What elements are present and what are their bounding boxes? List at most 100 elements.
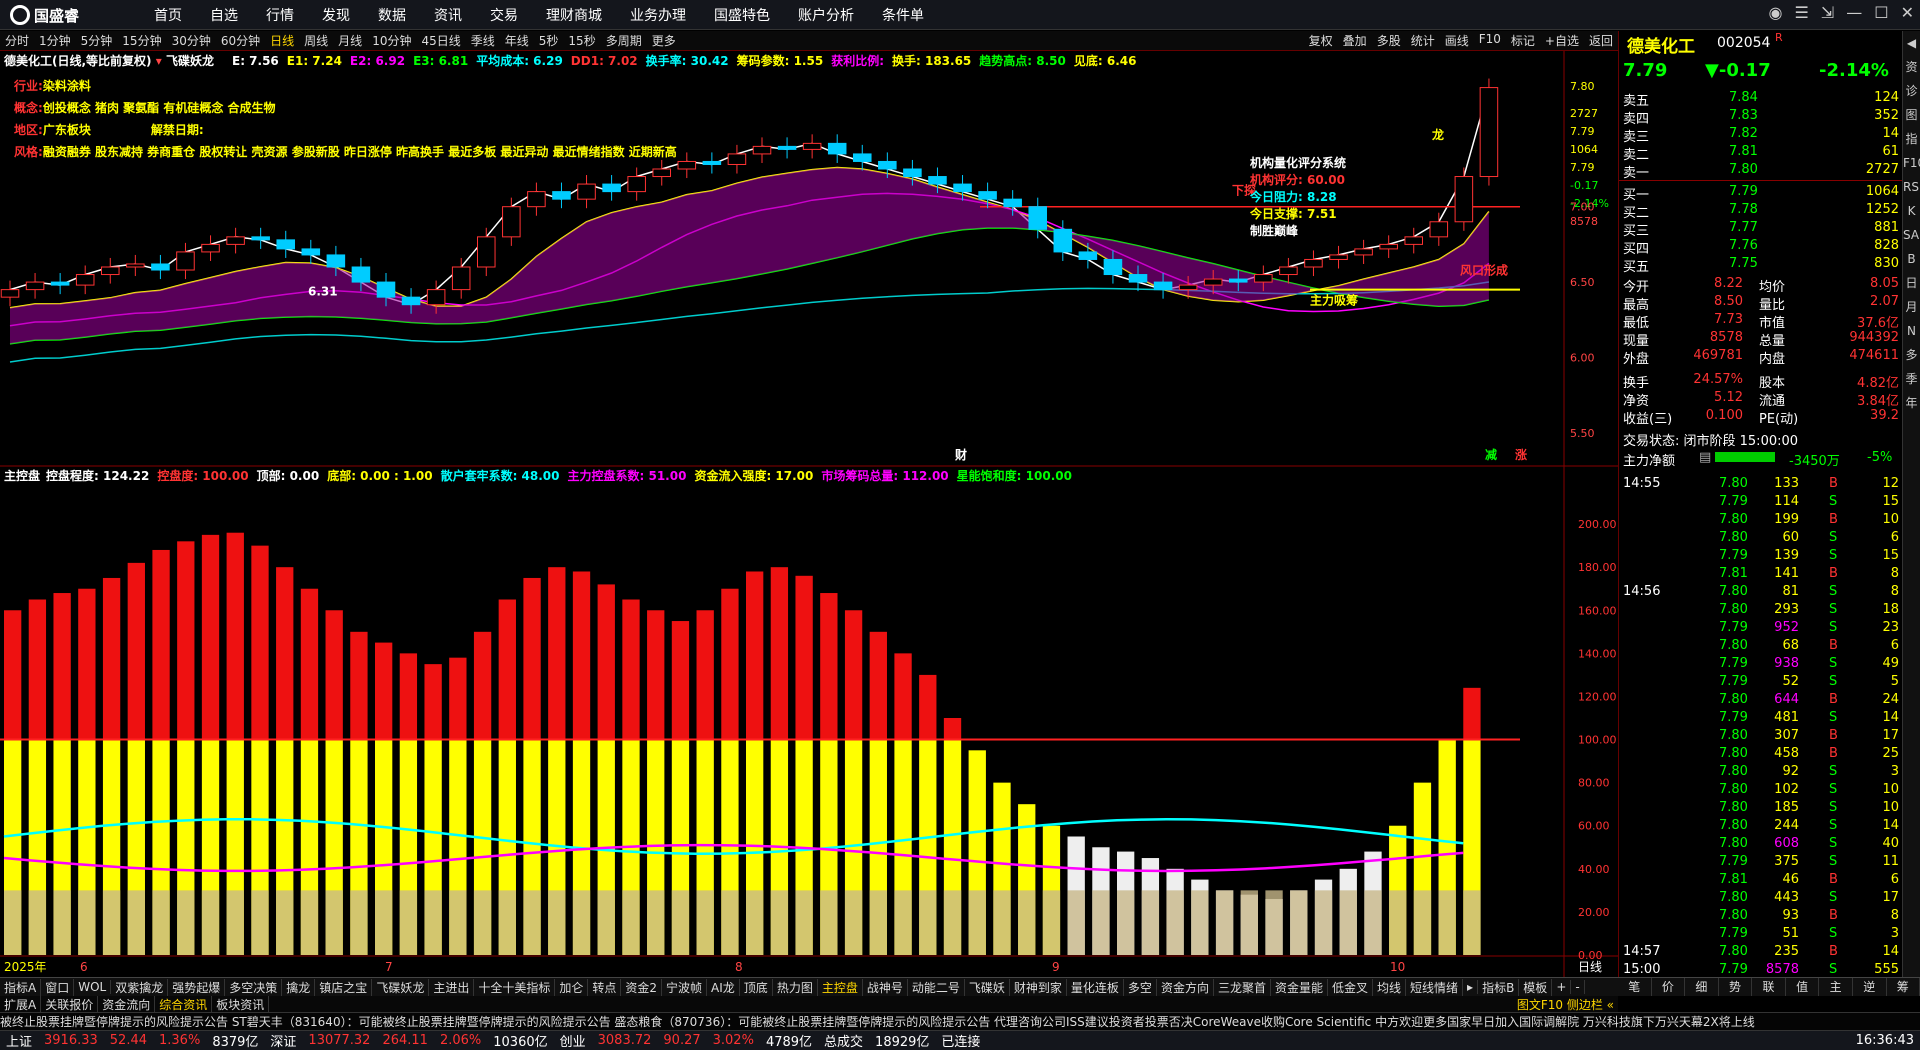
tab-23[interactable]: 量化连板 bbox=[1067, 978, 1124, 996]
book-row[interactable]: 买五 7.75 830 bbox=[1619, 255, 1903, 275]
strip-item-10[interactable]: 日 bbox=[1903, 271, 1920, 295]
period-11[interactable]: 季线 bbox=[466, 32, 500, 49]
quote-tab-1[interactable]: 价 bbox=[1652, 978, 1686, 996]
kline-svg[interactable]: 8.507.8027277.7910647.79-0.17-2.14%85787… bbox=[0, 51, 1618, 977]
strip-item-0[interactable]: ◀ bbox=[1903, 31, 1920, 55]
book-row[interactable]: 卖一 7.80 2727 bbox=[1619, 161, 1903, 181]
toolbar-btn-3[interactable]: 统计 bbox=[1406, 32, 1440, 49]
strip-item-15[interactable]: 年 bbox=[1903, 391, 1920, 415]
chart-area[interactable]: 8.507.8027277.7910647.79-0.17-2.14%85787… bbox=[0, 51, 1618, 977]
tab-7[interactable]: 镇店之宝 bbox=[315, 978, 373, 996]
tab-16[interactable]: 顶底 bbox=[740, 978, 773, 996]
book-row[interactable]: 买二 7.78 1252 bbox=[1619, 201, 1903, 221]
tab-26[interactable]: 三龙聚首 bbox=[1214, 978, 1271, 996]
strip-item-2[interactable]: 诊 bbox=[1903, 79, 1920, 103]
tab-0[interactable]: 指标A bbox=[0, 978, 42, 996]
strip-item-12[interactable]: N bbox=[1903, 319, 1920, 343]
window-icon-2[interactable]: ⇲ bbox=[1821, 3, 1834, 22]
period-14[interactable]: 15秒 bbox=[563, 32, 600, 49]
quote-tab-4[interactable]: 联 bbox=[1752, 978, 1786, 996]
strip-item-14[interactable]: 季 bbox=[1903, 367, 1920, 391]
window-icon-5[interactable]: ✕ bbox=[1901, 3, 1914, 22]
tab-15[interactable]: AI龙 bbox=[707, 978, 740, 996]
strip-item-1[interactable]: 资 bbox=[1903, 55, 1920, 79]
tab-11[interactable]: 加仑 bbox=[555, 978, 589, 996]
menu-item-4[interactable]: 数据 bbox=[364, 5, 420, 25]
toolbar-btn-0[interactable]: 复权 bbox=[1304, 32, 1338, 49]
menu-item-11[interactable]: 条件单 bbox=[868, 5, 938, 25]
period-8[interactable]: 月线 bbox=[333, 32, 367, 49]
news-ticker[interactable]: 被终止股票挂牌暨停牌提示的风险提示公告 ST碧天丰（831640）：可能被终止股… bbox=[0, 1012, 1920, 1030]
toolbar-btn-6[interactable]: 标记 bbox=[1506, 32, 1540, 49]
period-3[interactable]: 15分钟 bbox=[117, 32, 166, 49]
menu-item-6[interactable]: 交易 bbox=[476, 5, 532, 25]
toolbar-btn-5[interactable]: F10 bbox=[1474, 32, 1506, 49]
book-row[interactable]: 买四 7.76 828 bbox=[1619, 237, 1903, 257]
menu-item-9[interactable]: 国盛特色 bbox=[700, 5, 784, 25]
period-6[interactable]: 日线 bbox=[265, 32, 299, 49]
tab-25[interactable]: 资金方向 bbox=[1157, 978, 1214, 996]
period-9[interactable]: 10分钟 bbox=[367, 32, 416, 49]
tab-10[interactable]: 十全十美指标 bbox=[474, 978, 556, 996]
tab-9[interactable]: 主进出 bbox=[429, 978, 475, 996]
period-13[interactable]: 5秒 bbox=[534, 32, 564, 49]
tab-4[interactable]: 强势起爆 bbox=[168, 978, 226, 996]
tab-22[interactable]: 财神到家 bbox=[1010, 978, 1067, 996]
tab-34[interactable]: + bbox=[1552, 980, 1572, 994]
period-7[interactable]: 周线 bbox=[299, 32, 333, 49]
menu-item-3[interactable]: 发现 bbox=[308, 5, 364, 25]
strip-item-7[interactable]: K bbox=[1903, 199, 1920, 223]
period-5[interactable]: 60分钟 bbox=[216, 32, 265, 49]
tab-18[interactable]: 主控盘 bbox=[818, 978, 863, 996]
tab-24[interactable]: 多空 bbox=[1124, 978, 1157, 996]
strip-item-11[interactable]: 月 bbox=[1903, 295, 1920, 319]
period-12[interactable]: 年线 bbox=[500, 32, 534, 49]
window-icon-3[interactable]: — bbox=[1846, 3, 1862, 22]
info-tab-2[interactable]: 资金流向 bbox=[98, 995, 156, 1013]
menu-item-10[interactable]: 账户分析 bbox=[784, 5, 868, 25]
quote-tab-8[interactable]: 筹 bbox=[1887, 978, 1920, 996]
tab-8[interactable]: 飞碟妖龙 bbox=[372, 978, 430, 996]
tab-27[interactable]: 资金量能 bbox=[1271, 978, 1328, 996]
quote-tab-3[interactable]: 势 bbox=[1719, 978, 1753, 996]
menu-item-0[interactable]: 首页 bbox=[140, 5, 196, 25]
strip-item-5[interactable]: F10 bbox=[1903, 151, 1920, 175]
strip-item-3[interactable]: 图 bbox=[1903, 103, 1920, 127]
period-4[interactable]: 30分钟 bbox=[167, 32, 216, 49]
toolbar-btn-1[interactable]: 叠加 bbox=[1338, 32, 1372, 49]
menu-item-8[interactable]: 业务办理 bbox=[616, 5, 700, 25]
window-icon-4[interactable]: ☐ bbox=[1874, 3, 1888, 22]
window-icon-0[interactable]: ◉ bbox=[1769, 3, 1783, 22]
tab-35[interactable]: - bbox=[1571, 980, 1585, 994]
window-icon-1[interactable]: ☰ bbox=[1795, 3, 1809, 22]
menu-item-1[interactable]: 自选 bbox=[196, 5, 252, 25]
period-2[interactable]: 5分钟 bbox=[76, 32, 118, 49]
period-0[interactable]: 分时 bbox=[0, 32, 34, 49]
tab-5[interactable]: 多空决策 bbox=[225, 978, 283, 996]
tab-3[interactable]: 双紫擒龙 bbox=[111, 978, 169, 996]
tab-6[interactable]: 擒龙 bbox=[282, 978, 316, 996]
info-tab-0[interactable]: 扩展A bbox=[0, 995, 42, 1013]
toolbar-btn-2[interactable]: 多股 bbox=[1372, 32, 1406, 49]
menu-item-7[interactable]: 理财商城 bbox=[532, 5, 616, 25]
tab-12[interactable]: 转点 bbox=[588, 978, 622, 996]
tab-29[interactable]: 均线 bbox=[1373, 978, 1407, 996]
book-row[interactable]: 卖四 7.83 352 bbox=[1619, 107, 1903, 127]
strip-item-9[interactable]: B bbox=[1903, 247, 1920, 271]
info-tab-3[interactable]: 综合资讯 bbox=[155, 995, 213, 1013]
tab-28[interactable]: 低金叉 bbox=[1328, 978, 1373, 996]
quote-tab-0[interactable]: 笔 bbox=[1618, 978, 1652, 996]
period-1[interactable]: 1分钟 bbox=[34, 32, 76, 49]
quote-tab-6[interactable]: 主 bbox=[1819, 978, 1853, 996]
tab-14[interactable]: 宁波帧 bbox=[662, 978, 708, 996]
strip-item-4[interactable]: 指 bbox=[1903, 127, 1920, 151]
tab-19[interactable]: 战神号 bbox=[863, 978, 908, 996]
strip-item-6[interactable]: RSI bbox=[1903, 175, 1920, 199]
book-row[interactable]: 卖三 7.82 14 bbox=[1619, 125, 1903, 145]
side-links[interactable]: 图文F10 侧边栏 « bbox=[1513, 996, 1618, 1013]
tab-33[interactable]: 模板 bbox=[1519, 978, 1553, 996]
quote-tab-5[interactable]: 值 bbox=[1786, 978, 1820, 996]
tab-32[interactable]: 指标B bbox=[1478, 978, 1520, 996]
menu-item-2[interactable]: 行情 bbox=[252, 5, 308, 25]
period-10[interactable]: 45日线 bbox=[416, 32, 465, 49]
